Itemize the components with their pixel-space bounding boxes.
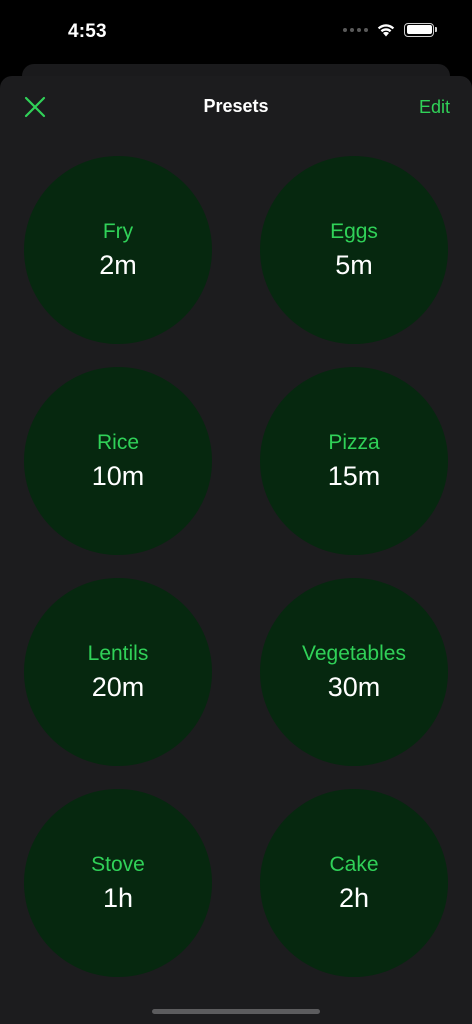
status-bar: 4:53 [0,0,472,64]
preset-name: Eggs [330,220,378,243]
edit-button[interactable]: Edit [419,97,450,118]
preset-eggs[interactable]: Eggs 5m [260,156,448,344]
preset-name: Lentils [87,642,149,665]
preset-duration: 5m [335,250,373,280]
preset-name: Pizza [328,431,380,454]
preset-duration: 15m [327,461,381,491]
home-indicator[interactable] [152,1009,320,1014]
navigation-bar: Presets Edit [0,76,472,138]
preset-fry[interactable]: Fry 2m [24,156,212,344]
preset-name: Stove [91,853,145,876]
preset-duration: 2m [99,250,137,280]
preset-lentils[interactable]: Lentils 20m [24,578,212,766]
preset-name: Cake [329,853,379,876]
battery-icon [404,22,437,37]
preset-rice[interactable]: Rice 10m [24,367,212,555]
status-indicators [343,22,437,37]
preset-duration: 30m [327,672,381,702]
preset-duration: 10m [91,461,145,491]
preset-duration: 1h [102,883,134,913]
preset-cake[interactable]: Cake 2h [260,789,448,977]
presets-grid: Fry 2m Eggs 5m Rice 10m Pizza 15m Lentil… [24,156,448,977]
page-title: Presets [203,96,269,116]
cellular-signal-icon [343,27,368,32]
preset-duration: 2h [338,883,370,913]
preset-stove[interactable]: Stove 1h [24,789,212,977]
preset-name: Fry [102,220,134,243]
preset-vegetables[interactable]: Vegetables 30m [260,578,448,766]
preset-name: Vegetables [302,642,406,665]
wifi-icon [377,24,395,37]
presets-sheet: Presets Edit Fry 2m Eggs 5m Rice 10m Piz… [0,76,472,1024]
preset-duration: 20m [91,672,145,702]
status-time: 4:53 [68,21,107,42]
preset-pizza[interactable]: Pizza 15m [260,367,448,555]
preset-name: Rice [96,431,139,454]
